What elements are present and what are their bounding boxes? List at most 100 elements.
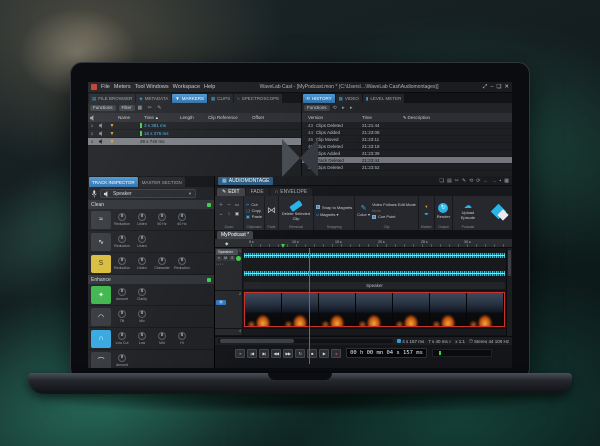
knob-control[interactable] (118, 288, 126, 296)
cue-point-checkbox[interactable]: ✓ Cue Point (371, 214, 396, 219)
col-clip-reference[interactable]: Clip Reference (208, 115, 252, 120)
header-tool-icon[interactable]: ✎ (462, 178, 466, 184)
render-button[interactable]: Render (437, 214, 450, 219)
menu-help[interactable]: Help (204, 84, 215, 90)
section-header-clean[interactable]: Clean (88, 200, 214, 209)
history-row[interactable]: 43 Clips Deleted 21:21:44 (302, 122, 512, 129)
pen-icon[interactable]: ✎ (361, 204, 367, 212)
video-clip[interactable] (244, 292, 505, 327)
header-tool-icon[interactable]: ⟲ (469, 178, 473, 184)
knob-control[interactable] (178, 257, 186, 265)
snap-to-magnets-checkbox[interactable]: ✓ Snap to Magnets (316, 205, 352, 210)
clip-label[interactable]: Speaker (244, 282, 505, 289)
upload-cloud-icon[interactable]: ☁ (464, 201, 472, 210)
document-tab[interactable]: MyPodcast * (217, 231, 254, 239)
knob-control[interactable] (138, 310, 146, 318)
marker-row[interactable]: 1 ▼ 3 s 381 ms (88, 122, 301, 130)
limiter-button[interactable]: ⌒ (91, 351, 111, 368)
zoom-tool-icon[interactable]: ＋ (217, 202, 225, 211)
knob-control[interactable] (118, 257, 126, 265)
col-time[interactable]: Time (362, 115, 402, 120)
tab-envelope[interactable]: ∩ ENVELOPE (269, 188, 313, 196)
tab-fade[interactable]: FADE (245, 188, 269, 196)
close-icon[interactable]: ✕ (504, 84, 509, 91)
history-row[interactable]: 45 Clip Moved 21:23:11 (302, 136, 512, 143)
knob-control[interactable] (138, 235, 146, 243)
tab-file-browser[interactable]: ▤ FILE BROWSER (89, 94, 136, 103)
knob-control[interactable] (158, 213, 166, 221)
zoom-tool-icon[interactable]: ▣ (233, 211, 241, 220)
tab-video[interactable]: ▦ VIDEO (335, 94, 362, 103)
knob-control[interactable] (178, 213, 186, 221)
denoiser-button[interactable]: ≈ (91, 210, 111, 229)
col-version[interactable]: Version (302, 115, 362, 120)
upload-episode-button[interactable]: Upload Episode (455, 210, 481, 220)
zoom-tool-icon[interactable]: ▭ (233, 202, 241, 211)
menu-tool-windows[interactable]: Tool Windows (135, 84, 169, 90)
forward-button[interactable]: ▶▶ (283, 348, 294, 358)
minimize-icon[interactable]: − (490, 84, 493, 91)
audio-format[interactable]: ◷ Stereo 44 100 Hz (469, 338, 509, 344)
history-row[interactable]: 46 Clips Deleted 21:23:18 (302, 143, 512, 150)
knob-control[interactable] (178, 332, 186, 340)
tab-metadata[interactable]: ◈ METADATA (136, 94, 172, 103)
header-tool-icon[interactable]: ▤ (447, 178, 452, 184)
track2-header[interactable]: 2 ▦ (215, 291, 243, 329)
scrollbar-thumb[interactable] (508, 250, 511, 276)
zoom-tool-icon[interactable]: － (225, 202, 233, 211)
knob-control[interactable] (158, 257, 166, 265)
knob-control[interactable] (138, 213, 146, 221)
track1-lane[interactable]: Speaker (243, 248, 512, 291)
tab-level-meter[interactable]: ▮ LEVEL METER (362, 94, 405, 103)
deesser-button[interactable]: S (91, 254, 111, 273)
knob-control[interactable] (118, 235, 126, 243)
knob-control[interactable] (138, 257, 146, 265)
track4-header[interactable]: 4 (215, 329, 243, 336)
playhead-cursor[interactable] (309, 248, 310, 364)
header-tool-icon[interactable]: ✂ (455, 178, 459, 184)
prev-marker-button[interactable]: |◀ (247, 348, 258, 358)
history-row[interactable]: 47 Clips Added 21:23:39 (302, 150, 512, 157)
history-toolbar-icons[interactable]: ⟲ ▸ ▸ (333, 105, 355, 111)
vertical-scrollbar[interactable] (506, 248, 512, 336)
dehummer-button[interactable]: ∿ (91, 232, 111, 251)
record-enable-icon[interactable] (236, 256, 241, 261)
markers-toolbar-icons[interactable]: ▦ ✂ ✎ (138, 105, 164, 111)
section-enabled-led[interactable] (207, 202, 211, 207)
section-enabled-led[interactable] (207, 277, 211, 282)
horizontal-scrollbar[interactable] (218, 339, 394, 343)
mute-button[interactable]: M (222, 256, 229, 261)
tab-clips[interactable]: ▦ CLIPS (207, 94, 234, 103)
header-tool-icon[interactable]: → (491, 178, 496, 184)
col-length[interactable]: Length (180, 115, 208, 120)
header-tool-icon[interactable]: ⟳ (476, 178, 480, 184)
track2-lane[interactable] (243, 291, 512, 329)
marker-row[interactable]: 3 ▼ 39 s 740 ms (88, 138, 301, 146)
fullscreen-icon[interactable]: ⤢ (483, 84, 487, 91)
timeline-ruler[interactable]: ◆ 5 s 10 s 15 s 20 s 25 s 30 s (215, 239, 512, 248)
header-tool-icon[interactable]: ▦ (504, 178, 509, 184)
zoom-level[interactable]: x 1:1 (455, 339, 465, 344)
magnifier-icon[interactable]: ⌕ (449, 339, 452, 344)
header-tool-icon[interactable]: ← (483, 178, 488, 184)
copy-button[interactable]: ❏ Copy (246, 208, 262, 213)
marker-drop-icon[interactable]: ▾ (425, 204, 427, 210)
menu-file[interactable]: File (101, 84, 110, 90)
crossfade-icon[interactable]: ⋈ (267, 205, 276, 216)
video-track-button[interactable]: ▦ (216, 300, 226, 305)
ruler-menu-icon[interactable]: ◆ (225, 241, 228, 247)
tab-history[interactable]: ⟲ HISTORY (303, 94, 335, 103)
next-marker-button[interactable]: ▶| (259, 348, 270, 358)
knob-control[interactable] (118, 310, 126, 318)
header-tool-icon[interactable]: ❏ (439, 178, 443, 184)
video-follows-edit-mode[interactable]: Video Follows Edit Mode (372, 202, 416, 207)
knob-control[interactable] (118, 332, 126, 340)
color-dropdown[interactable]: Color ▾ (357, 212, 370, 217)
knob-control[interactable] (138, 288, 146, 296)
marker-pair-icon[interactable]: ◂▸ (424, 211, 429, 217)
render-icon[interactable]: ↻ (438, 202, 449, 213)
channel-select[interactable]: Speaker ▼ (100, 189, 196, 198)
tone-button[interactable]: ◠ (91, 307, 111, 326)
col-time[interactable]: Time▲ (144, 115, 180, 120)
tab-master-section[interactable]: MASTER SECTION (138, 177, 185, 187)
